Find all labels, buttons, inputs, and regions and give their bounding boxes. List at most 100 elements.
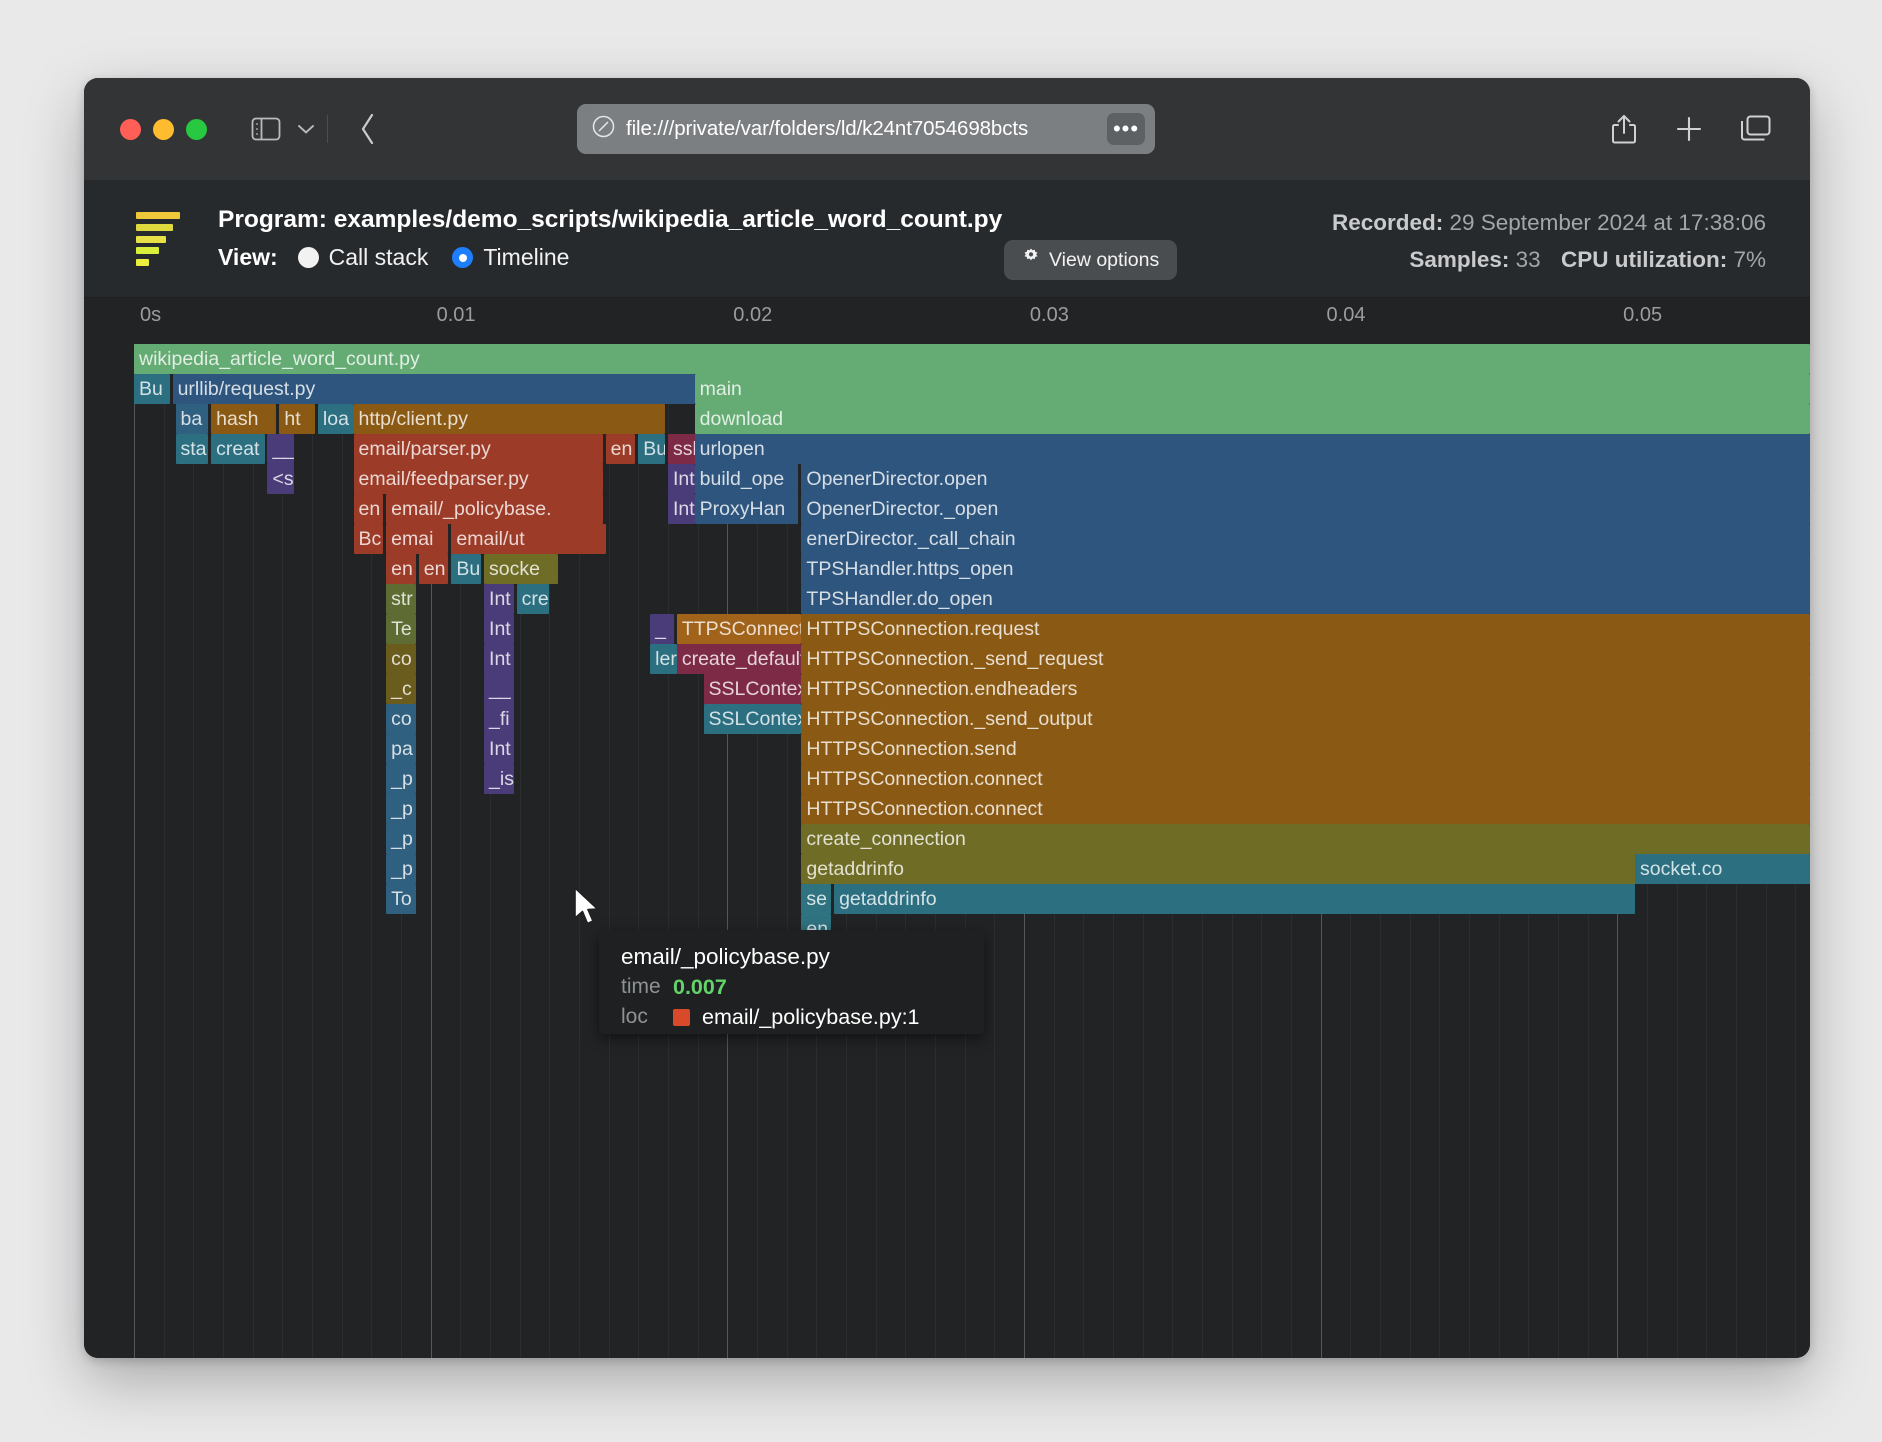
axis-tick-label: 0.04 [1321,304,1366,327]
flame-frame[interactable]: HTTPSConnection.connect [801,794,1810,824]
flame-frame[interactable]: enerDirector._call_chain [801,524,1810,554]
flame-frame[interactable]: socke [484,554,558,584]
chevron-down-icon[interactable] [297,123,315,135]
view-mode-row: View: Call stack Timeline [218,244,593,271]
radio-call-stack-indicator[interactable] [298,247,319,268]
flame-frame[interactable]: email/feedparser.py [354,464,603,494]
flame-frame[interactable]: build_ope [695,464,799,494]
share-icon[interactable] [1610,113,1638,145]
flame-frame[interactable]: en [354,494,384,524]
flame-frame[interactable]: OpenerDirector._open [801,494,1810,524]
flame-frame[interactable]: _c [386,674,416,704]
compass-icon [591,114,616,144]
flame-frame[interactable]: HTTPSConnection.send [801,734,1810,764]
flame-frame[interactable]: ProxyHan [695,494,799,524]
flame-frame[interactable]: create_connection [801,824,1810,854]
radio-timeline-indicator[interactable] [452,247,473,268]
radio-timeline[interactable]: Timeline [452,244,569,271]
flame-frame[interactable]: OpenerDirector.open [801,464,1810,494]
flame-frame[interactable]: SSLContext.s [704,704,802,734]
flame-frame[interactable]: <s [267,464,294,494]
flame-frame[interactable]: loa [318,404,354,434]
flame-frame[interactable]: To [386,884,416,914]
flame-frame[interactable]: HTTPSConnection._send_output [801,704,1810,734]
flame-frame[interactable]: en [386,554,416,584]
flame-frame[interactable]: TPSHandler.do_open [801,584,1810,614]
flame-frame[interactable]: create_default_ [677,644,802,674]
view-options-label: View options [1049,249,1159,272]
flame-frame[interactable]: http/client.py [354,404,665,434]
flame-frame[interactable]: urllib/request.py [173,374,695,404]
close-button[interactable] [120,119,141,140]
flame-frame[interactable]: __ [484,674,514,704]
flame-frame[interactable]: email/ut [451,524,605,554]
flame-frame[interactable]: Int [484,614,514,644]
flame-frame[interactable]: str [386,584,416,614]
flame-frame[interactable]: download [695,404,1810,434]
flame-frame[interactable]: pa [386,734,416,764]
flame-frame[interactable]: ba [176,404,209,434]
flame-frame[interactable]: sta [176,434,209,464]
flame-frame[interactable]: _is [484,764,514,794]
flame-frame[interactable]: _ [650,614,674,644]
flame-frame[interactable]: Int [484,644,514,674]
flamegraph-frames[interactable]: wikipedia_article_word_count.pyBuurllib/… [84,344,1810,1358]
address-bar[interactable]: file:///private/var/folders/ld/k24nt7054… [577,104,1155,154]
flame-frame[interactable]: Bu [134,374,170,404]
flame-frame[interactable]: _p [386,824,416,854]
flame-frame[interactable]: Bu [451,554,481,584]
flame-frame[interactable]: _p [386,794,416,824]
toolbar-divider [327,115,328,143]
flame-frame[interactable]: co [386,644,416,674]
flame-frame[interactable]: wikipedia_article_word_count.py [134,344,1810,374]
flame-frame[interactable]: ht [279,404,315,434]
color-swatch-icon [673,1009,690,1026]
flame-frame[interactable]: TPSHandler.https_open [801,554,1810,584]
flame-frame[interactable]: TTPSConnecti [677,614,802,644]
flame-frame[interactable]: email/_policybase. [386,494,603,524]
back-icon[interactable] [358,112,378,146]
radio-call-stack[interactable]: Call stack [298,244,429,271]
flame-frame[interactable]: emai [386,524,448,554]
flame-frame[interactable]: _p [386,854,416,884]
flame-frame[interactable]: en [606,434,636,464]
flame-frame[interactable]: creat [211,434,264,464]
flame-frame[interactable]: Int [484,734,514,764]
flame-frame[interactable]: SSLContext.lo [704,674,802,704]
new-tab-icon[interactable] [1674,114,1704,144]
flame-frame[interactable]: co [386,704,416,734]
tooltip-title: email/_policybase.py [621,942,984,972]
axis-tick-label: 0s [134,304,161,327]
flame-frame[interactable]: hash [211,404,276,434]
flamegraph-panel[interactable]: 0s0.010.020.030.040.05 wikipedia_article… [84,298,1810,1358]
flame-frame[interactable]: __ [267,434,294,464]
flame-frame[interactable]: Int [668,494,695,524]
minimize-button[interactable] [153,119,174,140]
tab-overview-icon[interactable] [1740,114,1772,144]
flame-frame[interactable]: email/parser.py [354,434,603,464]
flame-frame[interactable]: socket.co [1635,854,1810,884]
flame-frame[interactable]: getaddrinfo [834,884,1635,914]
flame-frame[interactable]: ler [650,644,677,674]
flame-frame[interactable]: en [419,554,449,584]
flame-frame[interactable]: Int [484,584,514,614]
flame-frame[interactable]: _p [386,764,416,794]
flame-frame[interactable]: cre [517,584,550,614]
flame-frame[interactable]: HTTPSConnection.request [801,614,1810,644]
url-text: file:///private/var/folders/ld/k24nt7054… [626,117,1028,141]
flame-frame[interactable]: Bc [354,524,384,554]
flame-frame[interactable]: Int [668,464,695,494]
flame-frame[interactable]: HTTPSConnection.connect [801,764,1810,794]
maximize-button[interactable] [186,119,207,140]
sidebar-toggle-icon[interactable] [251,116,281,142]
page-menu-button[interactable]: ••• [1107,113,1145,145]
flame-frame[interactable]: HTTPSConnection.endheaders [801,674,1810,704]
flame-frame[interactable]: Te [386,614,416,644]
flame-frame[interactable]: urlopen [695,434,1810,464]
flame-frame[interactable]: HTTPSConnection._send_request [801,644,1810,674]
flame-frame[interactable]: main [695,374,1810,404]
flame-frame[interactable]: _fi [484,704,514,734]
view-options-button[interactable]: View options [1004,240,1177,280]
flame-frame[interactable]: se [801,884,831,914]
flame-frame[interactable]: Bu [638,434,665,464]
